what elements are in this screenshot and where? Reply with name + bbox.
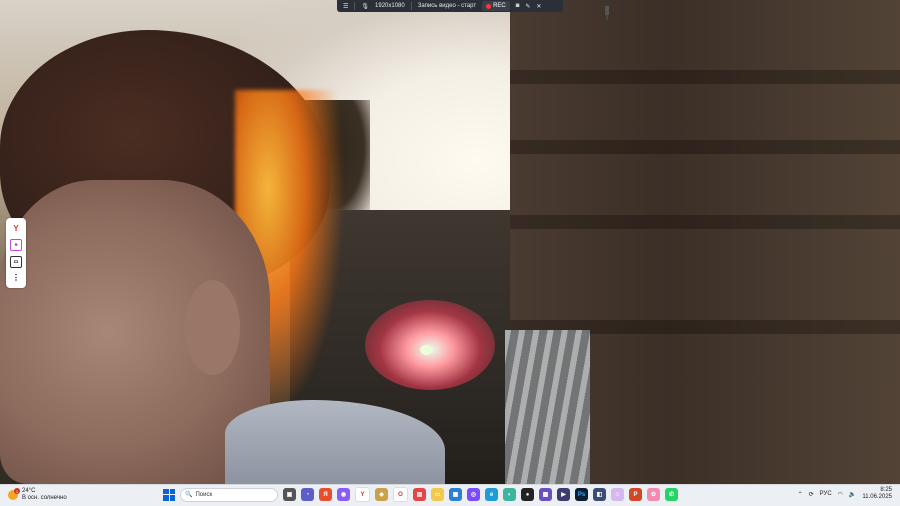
app-icon[interactable]: ◎	[467, 488, 480, 501]
search-icon: 🔍	[185, 492, 193, 498]
start-button[interactable]	[163, 488, 175, 501]
yandex-icon[interactable]: Y	[355, 487, 370, 502]
recorder-toolbar: ☰ 🎙 1920x1080 Запись видео - старт REC ◙…	[337, 0, 563, 12]
edge-icon[interactable]: e	[485, 488, 498, 501]
language-indicator[interactable]: РУС	[820, 491, 832, 497]
chevron-up-icon[interactable]: ⌃	[798, 491, 803, 498]
record-icon[interactable]: ●	[521, 488, 534, 501]
gallery-icon[interactable]: ▩	[539, 488, 552, 501]
video-editor-icon[interactable]: ▶	[557, 488, 570, 501]
pencil-icon[interactable]: ✎	[525, 3, 530, 10]
weather-sun-icon: 1	[8, 488, 20, 500]
lens-flare	[365, 300, 495, 390]
opera-icon[interactable]: O	[393, 487, 408, 502]
camera-icon[interactable]: ◙	[516, 3, 520, 9]
game-icon[interactable]: ◆	[375, 488, 388, 501]
ear	[185, 280, 240, 375]
browser-side-panel: Y ■ ▭ ⋮	[6, 218, 26, 288]
paint-icon[interactable]: ✿	[647, 488, 660, 501]
video-frame	[0, 0, 900, 484]
store-icon[interactable]: ▤	[413, 488, 426, 501]
weather-desc: В осн. солнечно	[22, 495, 67, 501]
chat-icon[interactable]: ◔	[301, 488, 314, 501]
record-dot-icon	[486, 3, 492, 9]
file-explorer-icon[interactable]: ▭	[431, 488, 444, 501]
calculator-icon[interactable]: ▦	[449, 488, 462, 501]
search-placeholder: Поиск	[195, 491, 213, 498]
weather-temp: 24°C	[22, 488, 36, 494]
menu-icon[interactable]: ☰	[343, 3, 348, 10]
photos-icon[interactable]: ◐	[503, 488, 516, 501]
lens-flare-center	[420, 345, 432, 355]
taskbar-apps: 🔍 Поиск ▣ ◔ Я ◉ Y ◆ O ▤ ▭ ▦ ◎ e ◐ ● ▩ ▶ …	[163, 487, 678, 502]
clock[interactable]: 8:25 11.06.2025	[862, 487, 892, 501]
yandex-browser-icon[interactable]: Я	[319, 488, 332, 501]
resolution-label[interactable]: 1920x1080	[375, 3, 405, 9]
taskbar: 1 24°C В осн. солнечно 🔍 Поиск ▣ ◔ Я ◉ Y…	[0, 484, 900, 506]
yandex-icon[interactable]: Y	[11, 224, 21, 234]
volume-icon[interactable]: 🔈	[849, 491, 856, 498]
weather-widget[interactable]: 1 24°C В осн. солнечно	[8, 488, 67, 502]
more-icon[interactable]: ⋮	[11, 273, 21, 283]
pin-icon[interactable]	[604, 6, 610, 20]
search-box[interactable]: 🔍 Поиск	[180, 487, 278, 502]
sync-icon[interactable]: ⟳	[809, 491, 814, 498]
alice-icon[interactable]: ◉	[337, 488, 350, 501]
powerpoint-icon[interactable]: P	[629, 488, 642, 501]
system-tray: ⌃ ⟳ РУС ◠ 🔈 8:25 11.06.2025	[798, 487, 892, 501]
photoshop-icon[interactable]: Ps	[575, 488, 588, 501]
screen-icon[interactable]: ▭	[10, 255, 22, 268]
rec-button[interactable]: REC	[482, 1, 510, 11]
bot-icon[interactable]: ☺	[611, 488, 624, 501]
wifi-icon[interactable]: ◠	[838, 491, 843, 498]
recorder-title: Запись видео - старт	[417, 3, 477, 9]
close-icon[interactable]: ✕	[536, 3, 541, 10]
rec-label: REC	[493, 3, 506, 9]
whatsapp-icon[interactable]: ✆	[665, 488, 678, 501]
media-icon[interactable]: ■	[10, 238, 22, 251]
screenshot-icon[interactable]: ◧	[593, 488, 606, 501]
metal-gate	[505, 330, 590, 484]
clock-date: 11.06.2025	[862, 494, 892, 500]
notification-badge: 1	[14, 488, 20, 494]
task-view-icon[interactable]: ▣	[283, 488, 296, 501]
clock-time: 8:25	[880, 487, 892, 493]
microphone-icon[interactable]: 🎙	[361, 3, 369, 10]
